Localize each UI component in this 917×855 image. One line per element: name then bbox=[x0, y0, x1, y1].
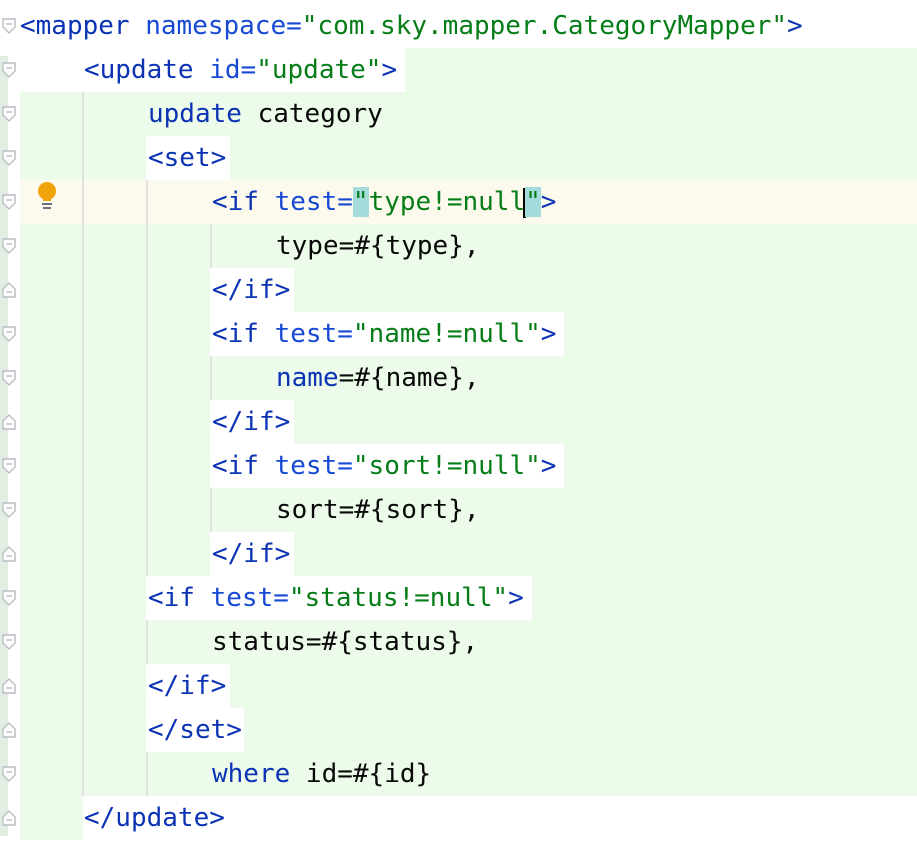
code-token: <if bbox=[148, 583, 195, 613]
fold-icon[interactable] bbox=[2, 766, 16, 782]
code-token: test= bbox=[274, 451, 353, 481]
code-line[interactable]: </if> bbox=[148, 664, 226, 708]
code-line[interactable]: where id=#{id} bbox=[212, 752, 431, 796]
fold-icon[interactable] bbox=[2, 502, 16, 518]
code-token: </set> bbox=[148, 715, 242, 745]
code-line[interactable]: </set> bbox=[148, 708, 242, 752]
code-line[interactable]: sort=#{sort}, bbox=[276, 488, 480, 532]
fold-icon[interactable] bbox=[2, 722, 16, 738]
code-token: " bbox=[525, 187, 541, 217]
code-token: </if> bbox=[148, 671, 227, 701]
code-token: > bbox=[381, 55, 398, 85]
fold-icon[interactable] bbox=[2, 326, 16, 342]
code-line[interactable]: </if> bbox=[212, 532, 290, 576]
code-token: <if bbox=[212, 451, 259, 481]
code-token: "com.sky.mapper.CategoryMapper" bbox=[301, 11, 788, 41]
code-token: <update bbox=[84, 55, 194, 85]
code-token: > bbox=[540, 187, 557, 217]
fold-icon[interactable] bbox=[2, 458, 16, 474]
code-line[interactable]: <update id="update"> bbox=[84, 48, 397, 92]
code-token: category bbox=[241, 99, 383, 129]
indent-guide bbox=[82, 92, 84, 796]
code-token: </update> bbox=[84, 803, 225, 833]
code-line[interactable]: name=#{name}, bbox=[276, 356, 480, 400]
fold-icon[interactable] bbox=[2, 590, 16, 606]
fold-icon[interactable] bbox=[2, 810, 16, 826]
code-line[interactable]: update category bbox=[148, 92, 383, 136]
code-token: "sort!=null" bbox=[352, 451, 541, 481]
code-token: test= bbox=[274, 319, 353, 349]
code-token: id=#{id} bbox=[290, 759, 432, 789]
code-token: type!=null bbox=[368, 187, 526, 217]
fold-icon[interactable] bbox=[2, 150, 16, 166]
code-line[interactable]: </if> bbox=[212, 268, 290, 312]
code-token: <set> bbox=[148, 143, 227, 173]
code-token: sort=#{sort}, bbox=[276, 495, 480, 525]
fold-icon[interactable] bbox=[2, 282, 16, 298]
indent-guide bbox=[210, 224, 212, 268]
code-token: "status!=null" bbox=[288, 583, 509, 613]
code-token: "name!=null" bbox=[352, 319, 541, 349]
code-token: update bbox=[148, 99, 242, 129]
code-token: <mapper bbox=[20, 11, 130, 41]
fold-icon[interactable] bbox=[2, 546, 16, 562]
code-token: <if bbox=[212, 187, 259, 217]
code-token: > bbox=[508, 583, 524, 613]
code-token: name bbox=[276, 363, 339, 393]
change-marker-stripe bbox=[0, 56, 8, 836]
indent-guide bbox=[146, 180, 148, 576]
indent-guide bbox=[210, 488, 212, 532]
indent-guide bbox=[146, 620, 148, 664]
code-line[interactable]: </if> bbox=[212, 400, 290, 444]
code-token: <if bbox=[212, 319, 259, 349]
code-token: </if> bbox=[212, 539, 291, 569]
fold-icon[interactable] bbox=[2, 194, 16, 210]
code-token: namespace= bbox=[145, 11, 302, 41]
code-token: test= bbox=[210, 583, 289, 613]
code-line[interactable]: </update> bbox=[84, 796, 225, 840]
code-line[interactable]: type=#{type}, bbox=[276, 224, 480, 268]
fold-icon[interactable] bbox=[2, 414, 16, 430]
code-line[interactable]: <if test="status!=null"> bbox=[148, 576, 524, 620]
fold-icon[interactable] bbox=[2, 18, 16, 34]
code-token: </if> bbox=[212, 275, 291, 305]
code-token: > bbox=[540, 319, 557, 349]
intention-bulb-icon[interactable] bbox=[34, 180, 60, 212]
fold-icon[interactable] bbox=[2, 634, 16, 650]
code-token: id= bbox=[209, 55, 257, 85]
code-line[interactable]: status=#{status}, bbox=[212, 620, 478, 664]
code-token: > bbox=[540, 451, 557, 481]
code-token: > bbox=[787, 11, 803, 41]
code-line[interactable]: <if test="type!=null"> bbox=[212, 180, 556, 224]
code-line[interactable]: <set> bbox=[148, 136, 226, 180]
code-token: type=#{type}, bbox=[276, 231, 480, 261]
fold-icon[interactable] bbox=[2, 678, 16, 694]
code-line[interactable]: <mapper namespace="com.sky.mapper.Catego… bbox=[20, 4, 803, 48]
code-token: =#{name}, bbox=[338, 363, 480, 393]
code-token: "update" bbox=[256, 55, 382, 85]
fold-icon[interactable] bbox=[2, 370, 16, 386]
indent-guide bbox=[146, 752, 148, 796]
fold-icon[interactable] bbox=[2, 62, 16, 78]
code-line[interactable]: <if test="sort!=null"> bbox=[212, 444, 556, 488]
code-line[interactable]: <if test="name!=null"> bbox=[212, 312, 556, 356]
code-token: " bbox=[352, 187, 369, 217]
fold-icon[interactable] bbox=[2, 238, 16, 254]
code-token: </if> bbox=[212, 407, 291, 437]
indent-guide bbox=[210, 356, 212, 400]
code-token: status=#{status}, bbox=[212, 627, 479, 657]
code-token: test= bbox=[274, 187, 353, 217]
code-token: where bbox=[212, 759, 291, 789]
fold-icon[interactable] bbox=[2, 106, 16, 122]
